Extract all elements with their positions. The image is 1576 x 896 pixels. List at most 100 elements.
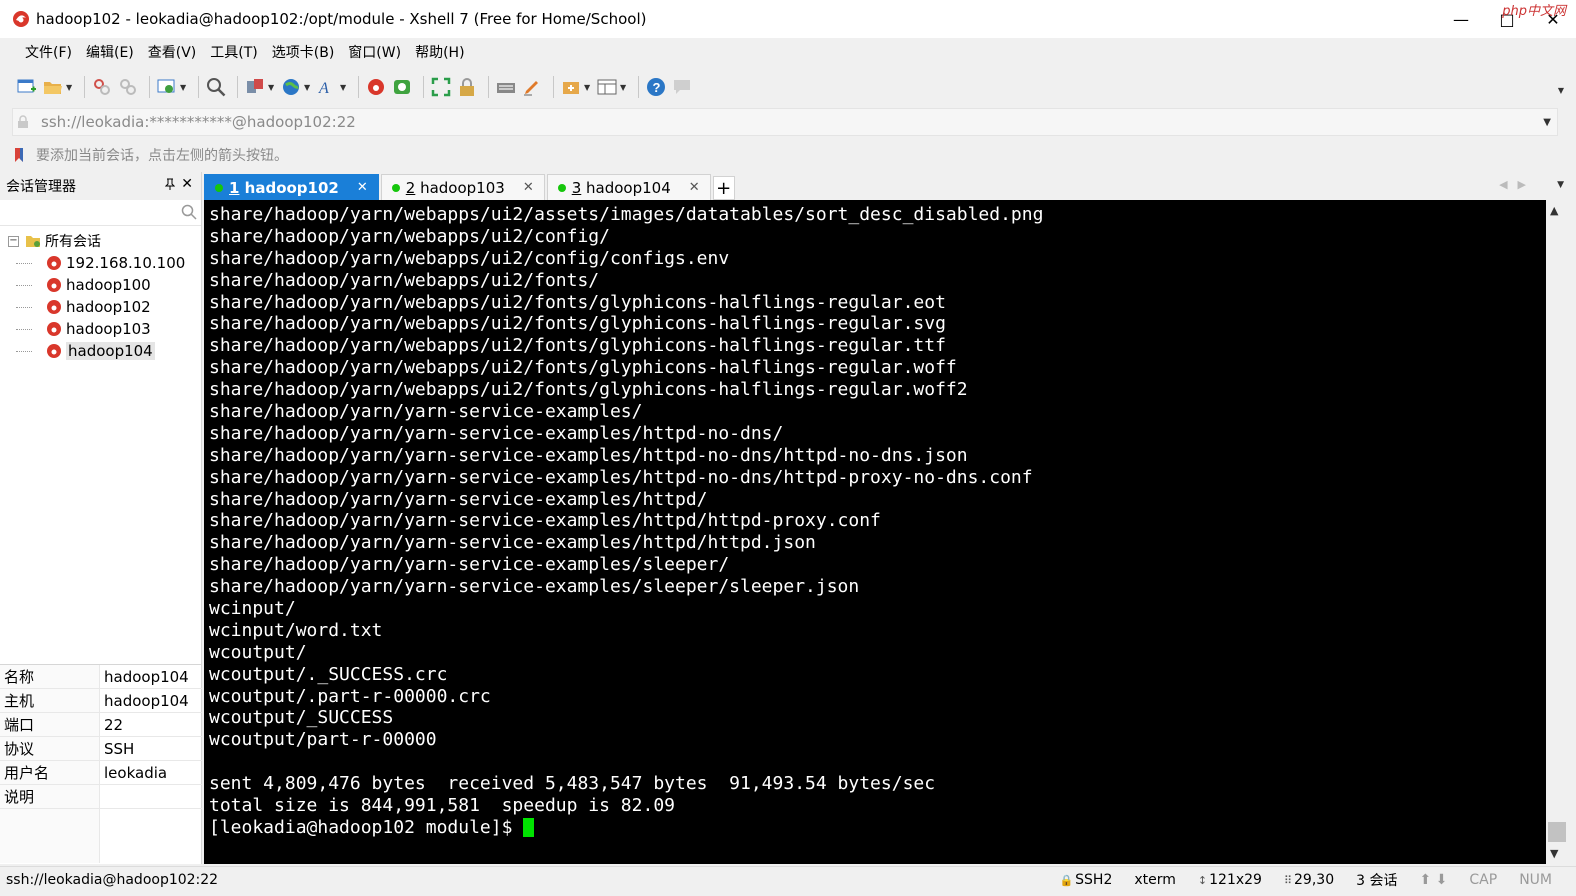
properties-button[interactable]: ▼ (156, 73, 188, 101)
property-row: 说明 (0, 785, 202, 809)
property-value: SSH (104, 740, 135, 758)
menu-view[interactable]: 查看(V) (141, 40, 204, 66)
menu-edit[interactable]: 编辑(E) (79, 40, 141, 66)
chevron-down-icon[interactable]: ▼ (1543, 117, 1551, 128)
session-label: hadoop103 (66, 320, 151, 338)
chevron-down-icon[interactable]: ▼ (66, 83, 74, 92)
connect-button[interactable] (91, 73, 113, 101)
status-connection: ssh://leokadia@hadoop102:22 (6, 871, 219, 888)
globe-button[interactable]: ▼ (280, 73, 312, 101)
status-num: NUM (1519, 872, 1552, 888)
toolbar-separator (488, 76, 489, 98)
terminal-line: share/hadoop/yarn/yarn-service-examples/… (209, 576, 860, 598)
close-panel-button[interactable]: ✕ (181, 176, 193, 192)
session-item-192-168-10-100[interactable]: 192.168.10.100 (0, 252, 201, 274)
fullscreen-button[interactable] (430, 73, 452, 101)
font-button[interactable]: A ▼ (316, 73, 348, 101)
disconnect-button[interactable] (117, 73, 139, 101)
close-tab-icon[interactable]: ✕ (523, 180, 534, 195)
resize-icon: ↕ (1197, 873, 1208, 887)
terminal-output[interactable]: share/hadoop/yarn/webapps/ui2/assets/ima… (204, 200, 1546, 864)
scrollbar-thumb[interactable] (1548, 822, 1566, 842)
transfer-button[interactable]: ▼ (244, 73, 276, 101)
chevron-down-icon[interactable]: ▼ (180, 83, 188, 92)
terminal-prompt-line[interactable]: [leokadia@hadoop102 module]$ (209, 817, 1546, 839)
menu-tabs[interactable]: 选项卡(B) (265, 40, 342, 66)
new-session-button[interactable] (16, 73, 38, 101)
tab-scroll-arrows-icon[interactable]: ◀▶ (1499, 178, 1536, 191)
close-tab-icon[interactable]: ✕ (357, 180, 368, 195)
menu-help[interactable]: 帮助(H) (408, 40, 471, 66)
svg-text:A: A (318, 80, 329, 97)
new-tab-button[interactable]: + (712, 176, 735, 200)
find-button[interactable] (205, 73, 227, 101)
lock-button[interactable] (456, 73, 478, 101)
new-session-icon (16, 76, 38, 98)
status-arrows-icon[interactable]: ⬆ ⬇ (1419, 872, 1447, 888)
xftp-button[interactable] (391, 73, 413, 101)
xshell-session-icon (47, 278, 61, 292)
collapse-icon[interactable]: − (8, 235, 19, 247)
menu-file[interactable]: 文件(F) (18, 40, 79, 66)
terminal-line: share/hadoop/yarn/webapps/ui2/fonts/glyp… (209, 313, 946, 335)
session-search-input[interactable] (0, 200, 170, 224)
xshell-button[interactable] (365, 73, 387, 101)
open-session-button[interactable]: ▼ (42, 73, 74, 101)
session-label: hadoop100 (66, 276, 151, 294)
terminal-line: share/hadoop/yarn/yarn-service-examples/ (209, 401, 643, 423)
tab-hadoop102[interactable]: 1 hadoop102 ✕ (204, 174, 379, 200)
property-key: 用户名 (0, 761, 100, 784)
tab-hadoop104[interactable]: 3 hadoop104 ✕ (546, 174, 711, 200)
highlight-button[interactable] (521, 73, 543, 101)
terminal-line: wcinput/word.txt (209, 619, 383, 641)
terminal-line: share/hadoop/yarn/webapps/ui2/config/ (209, 225, 610, 247)
session-item-hadoop104[interactable]: hadoop104 (0, 340, 201, 362)
add-session-arrow-icon[interactable] (12, 147, 28, 163)
close-tab-icon[interactable]: ✕ (689, 180, 700, 195)
toolbar-overflow-icon[interactable]: ▼ (1558, 86, 1564, 95)
compose-button[interactable]: ▼ (560, 73, 592, 101)
session-item-hadoop100[interactable]: hadoop100 (0, 274, 201, 296)
pin-icon[interactable] (164, 178, 176, 193)
toolbar-separator (423, 76, 424, 98)
session-item-hadoop102[interactable]: hadoop102 (0, 296, 201, 318)
tab-list-chevron-icon[interactable]: ▼ (1557, 180, 1564, 190)
scroll-down-icon[interactable]: ▼ (1550, 847, 1558, 860)
chevron-down-icon[interactable]: ▼ (304, 83, 312, 92)
terminal-scrollbar[interactable]: ▲ ▼ (1546, 200, 1568, 864)
property-value: hadoop104 (104, 692, 189, 710)
layout-button[interactable]: ▼ (596, 73, 628, 101)
address-input[interactable]: ssh://leokadia:***********@hadoop102:22 (41, 113, 356, 131)
search-icon[interactable] (181, 204, 197, 220)
help-button[interactable]: ? (645, 73, 667, 101)
session-properties: 名称 hadoop104 主机 hadoop104 端口 22 协议 SSH 用… (0, 664, 202, 863)
tree-root-all-sessions[interactable]: − 所有会话 (0, 230, 201, 252)
menu-window[interactable]: 窗口(W) (341, 40, 408, 66)
transfer-icon (244, 76, 266, 98)
chevron-down-icon[interactable]: ▼ (340, 83, 348, 92)
keyboard-button[interactable] (495, 73, 517, 101)
tab-hadoop103[interactable]: 2 hadoop103 ✕ (380, 174, 545, 200)
status-protocol: 🔒 SSH2 (1059, 872, 1112, 888)
minimize-button[interactable]: — (1438, 0, 1484, 38)
toolbar-separator (198, 76, 199, 98)
terminal-line: share/hadoop/yarn/yarn-service-examples/… (209, 554, 730, 576)
property-row-blank (0, 809, 202, 863)
chat-button[interactable] (671, 73, 693, 101)
property-key: 协议 (0, 737, 100, 760)
font-icon: A (316, 76, 338, 98)
scroll-up-icon[interactable]: ▲ (1550, 204, 1558, 217)
chevron-down-icon[interactable]: ▼ (268, 83, 276, 92)
status-sessions: 3 会话 (1356, 873, 1398, 889)
connected-status-icon (215, 183, 223, 192)
terminal-line: share/hadoop/yarn/yarn-service-examples/… (209, 532, 816, 554)
cursor-position-icon: ⠿ (1283, 873, 1293, 887)
chevron-down-icon[interactable]: ▼ (620, 83, 628, 92)
terminal-line: wcoutput/ (209, 641, 307, 663)
session-item-hadoop103[interactable]: hadoop103 (0, 318, 201, 340)
menu-tools[interactable]: 工具(T) (203, 40, 264, 66)
chevron-down-icon[interactable]: ▼ (584, 83, 592, 92)
tab-label: hadoop103 (415, 178, 505, 197)
address-bar[interactable]: ssh://leokadia:***********@hadoop102:22 … (12, 108, 1558, 136)
